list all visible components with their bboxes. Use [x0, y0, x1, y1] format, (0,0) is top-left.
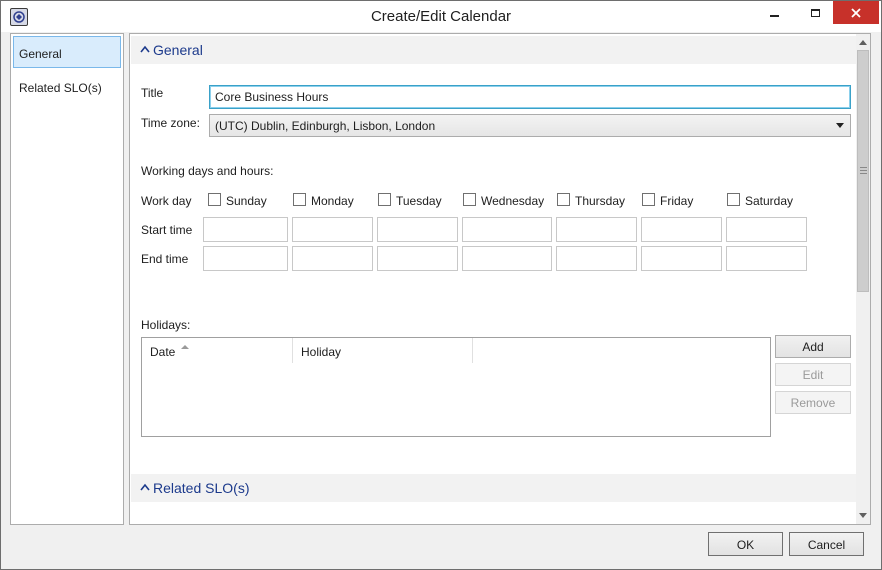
start-time-sunday[interactable]: [203, 217, 288, 242]
start-time-wednesday[interactable]: [462, 217, 552, 242]
section-title: Related SLO(s): [153, 480, 250, 496]
title-bar: Create/Edit Calendar: [1, 1, 881, 32]
day-label-tuesday: Tuesday: [396, 194, 442, 208]
end-time-thursday[interactable]: [556, 246, 637, 271]
grip-line: [860, 173, 867, 174]
grip-line: [860, 167, 867, 168]
scroll-up-icon[interactable]: [859, 40, 867, 45]
close-button[interactable]: [833, 1, 879, 24]
remove-button-label: Remove: [790, 396, 836, 410]
vertical-scrollbar[interactable]: [856, 34, 870, 524]
start-time-thursday[interactable]: [556, 217, 637, 242]
scroll-down-icon[interactable]: [859, 513, 867, 518]
close-icon: [851, 7, 861, 18]
content-pane: General Title Core Business Hours Time z…: [129, 33, 871, 525]
holidays-label: Holidays:: [141, 318, 191, 332]
remove-button[interactable]: Remove: [775, 391, 851, 414]
start-time-label: Start time: [141, 223, 193, 237]
column-header-date[interactable]: Date: [142, 338, 293, 363]
start-time-monday[interactable]: [292, 217, 373, 242]
checkbox-tuesday[interactable]: [378, 193, 391, 206]
maximize-icon: [810, 8, 820, 17]
column-header-holiday[interactable]: Holiday: [293, 338, 473, 363]
end-time-saturday[interactable]: [726, 246, 807, 271]
checkbox-monday[interactable]: [293, 193, 306, 206]
checkbox-wednesday[interactable]: [463, 193, 476, 206]
column-header-label: Holiday: [301, 345, 342, 359]
timezone-value: (UTC) Dublin, Edinburgh, Lisbon, London: [215, 119, 436, 133]
checkbox-saturday[interactable]: [727, 193, 740, 206]
timezone-label: Time zone:: [141, 116, 200, 130]
minimize-icon: [769, 14, 779, 17]
ok-button[interactable]: OK: [708, 532, 783, 556]
checkbox-sunday[interactable]: [208, 193, 221, 206]
end-time-label: End time: [141, 252, 189, 266]
start-time-friday[interactable]: [641, 217, 722, 242]
calendar-dialog: Create/Edit Calendar General Related SLO…: [0, 0, 882, 570]
chevron-up-icon: [140, 483, 150, 491]
day-label-thursday: Thursday: [575, 194, 626, 208]
cancel-button-label: Cancel: [807, 538, 846, 552]
grip-line: [860, 170, 867, 171]
scroll-thumb[interactable]: [857, 50, 869, 292]
edit-button-label: Edit: [802, 368, 824, 382]
day-label-saturday: Saturday: [745, 194, 794, 208]
window-title: Create/Edit Calendar: [370, 8, 512, 25]
title-label: Title: [141, 86, 164, 100]
add-button[interactable]: Add: [775, 335, 851, 358]
nav-item-general[interactable]: General: [13, 36, 121, 68]
nav-pane: General Related SLO(s): [10, 33, 124, 525]
start-time-tuesday[interactable]: [377, 217, 458, 242]
holidays-list[interactable]: Date Holiday: [141, 337, 771, 437]
working-days-label: Working days and hours:: [141, 164, 274, 178]
work-day-label: Work day: [141, 194, 192, 208]
minimize-button[interactable]: [757, 1, 791, 24]
start-time-saturday[interactable]: [726, 217, 807, 242]
end-time-monday[interactable]: [292, 246, 373, 271]
column-header-label: Date: [150, 345, 176, 359]
add-button-label: Add: [802, 340, 824, 354]
nav-item-label: General: [19, 47, 62, 61]
day-label-monday: Monday: [311, 194, 354, 208]
section-title: General: [153, 42, 203, 58]
end-time-wednesday[interactable]: [462, 246, 552, 271]
nav-item-label: Related SLO(s): [19, 81, 102, 95]
checkbox-friday[interactable]: [642, 193, 655, 206]
sort-ascending-icon: [181, 345, 189, 349]
day-label-friday: Friday: [660, 194, 694, 208]
end-time-friday[interactable]: [641, 246, 722, 271]
end-time-sunday[interactable]: [203, 246, 288, 271]
dropdown-arrow-icon: [836, 123, 844, 128]
edit-button[interactable]: Edit: [775, 363, 851, 386]
title-value: Core Business Hours: [215, 90, 329, 104]
title-input[interactable]: Core Business Hours: [209, 85, 851, 109]
maximize-button[interactable]: [798, 1, 832, 24]
checkbox-thursday[interactable]: [557, 193, 570, 206]
section-header-general[interactable]: General: [131, 36, 856, 64]
end-time-tuesday[interactable]: [377, 246, 458, 271]
section-header-related-slos[interactable]: Related SLO(s): [131, 474, 856, 502]
ok-button-label: OK: [736, 538, 755, 552]
chevron-up-icon: [140, 45, 150, 53]
day-label-wednesday: Wednesday: [481, 194, 545, 208]
day-label-sunday: Sunday: [226, 194, 267, 208]
nav-item-related-slos[interactable]: Related SLO(s): [13, 70, 121, 102]
cancel-button[interactable]: Cancel: [789, 532, 864, 556]
timezone-select[interactable]: (UTC) Dublin, Edinburgh, Lisbon, London: [209, 114, 851, 137]
